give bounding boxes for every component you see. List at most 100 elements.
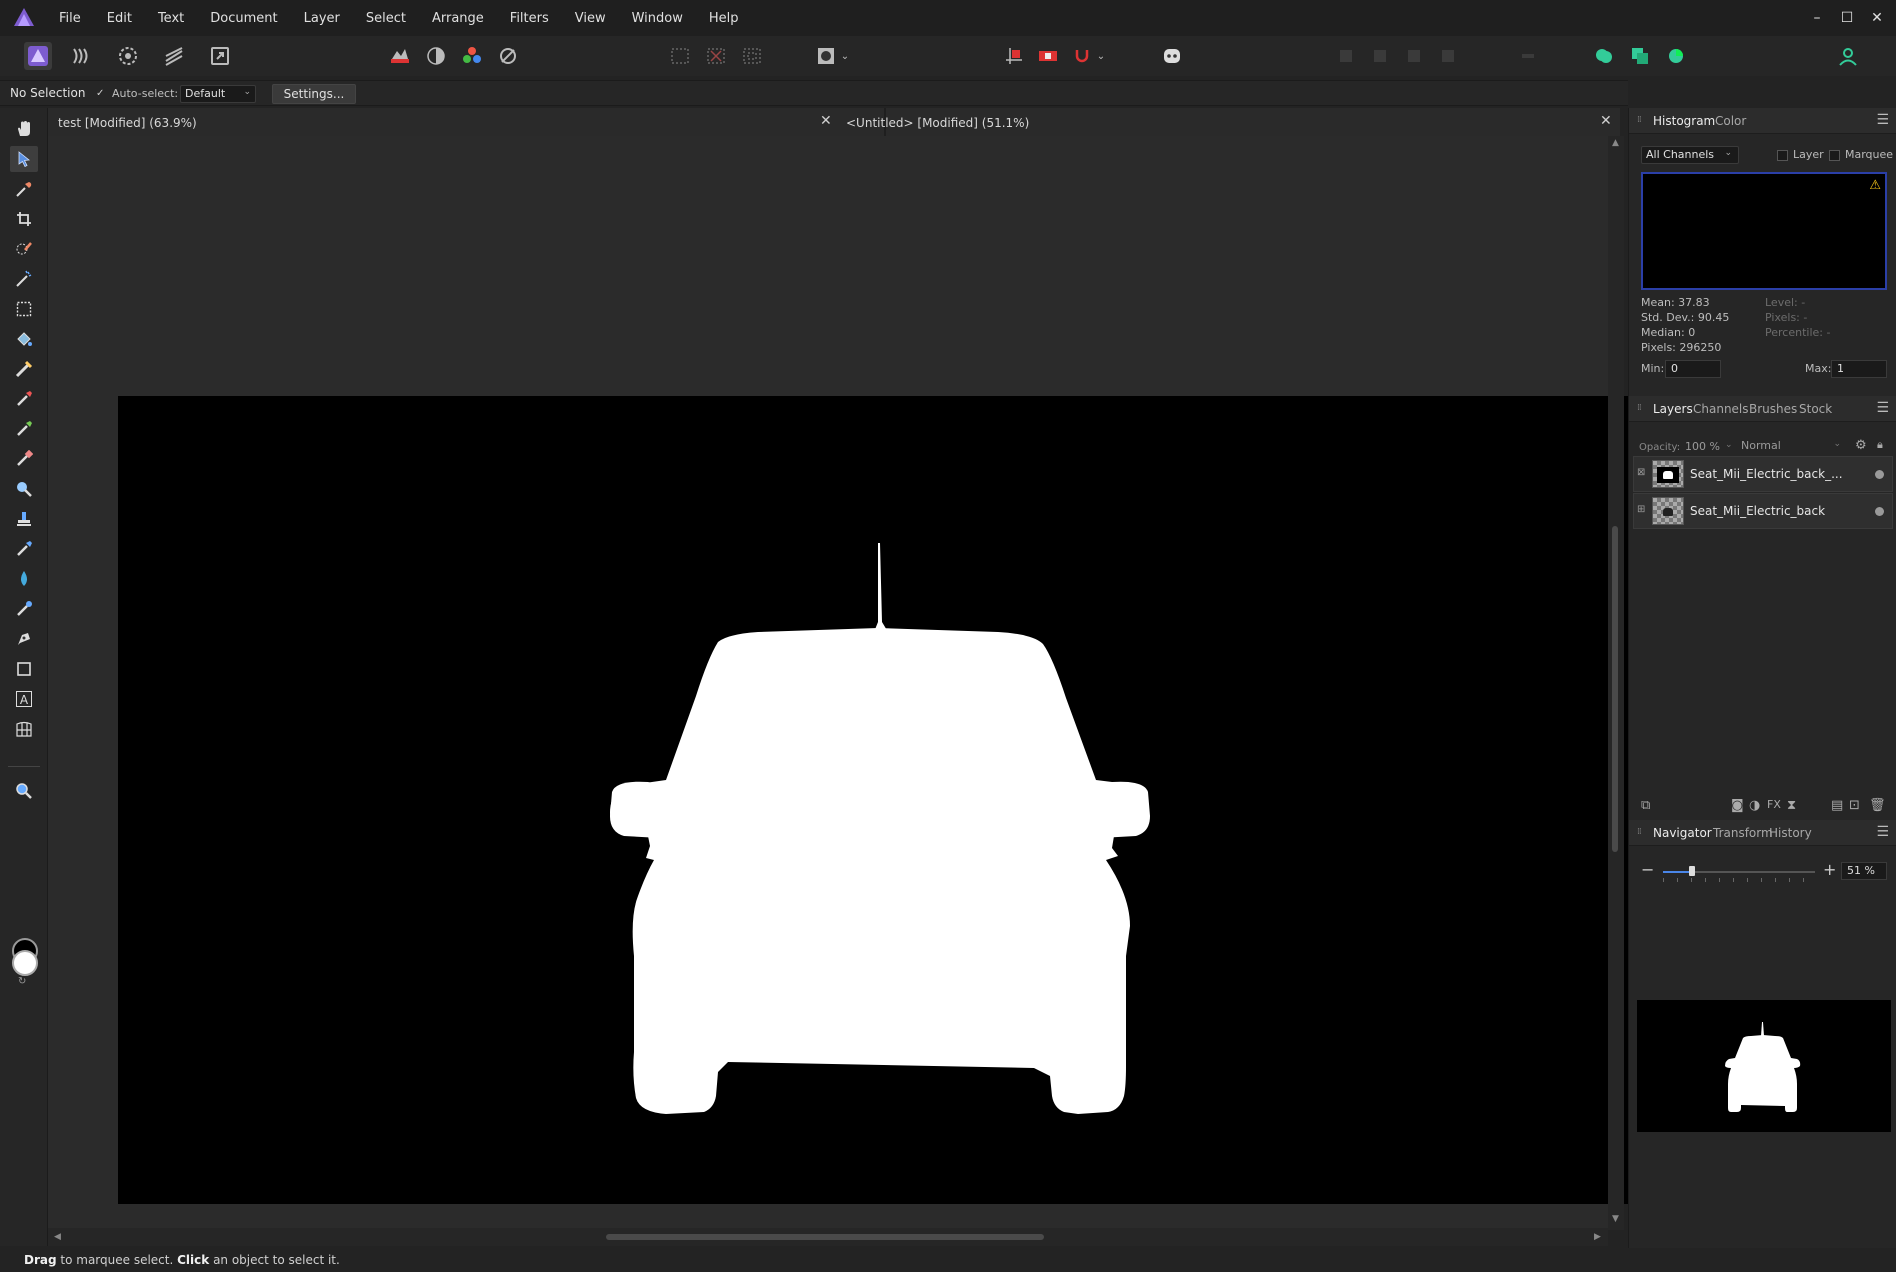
- add-fx-icon[interactable]: FX: [1767, 798, 1781, 811]
- tab-transform[interactable]: Transform: [1713, 826, 1773, 840]
- snapping-dropdown-chevron-icon[interactable]: ⌄: [1094, 42, 1108, 70]
- navigator-preview[interactable]: [1637, 1000, 1891, 1132]
- horizontal-scrollbar[interactable]: ◀ ▶: [48, 1228, 1608, 1246]
- auto-select-checkbox-check-icon[interactable]: ✓: [96, 88, 104, 99]
- view-hand-tool-icon[interactable]: [10, 116, 38, 142]
- menu-filters[interactable]: Filters: [497, 11, 562, 26]
- affinity-photo-logo-icon[interactable]: [10, 4, 38, 32]
- auto-white-balance-icon[interactable]: [494, 42, 522, 70]
- menu-arrange[interactable]: Arrange: [419, 11, 497, 26]
- quick-mask-icon[interactable]: [812, 42, 840, 70]
- menu-select[interactable]: Select: [353, 11, 419, 26]
- zoom-value-input[interactable]: 51 %: [1841, 862, 1887, 880]
- zoom-slider-handle[interactable]: [1689, 866, 1695, 876]
- add-adjustment-icon[interactable]: ◑: [1749, 798, 1760, 813]
- order-backward-icon[interactable]: [1366, 42, 1394, 70]
- settings-button[interactable]: Settings...: [272, 84, 356, 104]
- menu-document[interactable]: Document: [197, 11, 290, 26]
- erase-brush-tool-icon[interactable]: [10, 446, 38, 472]
- maximize-button[interactable]: ☐: [1832, 10, 1862, 26]
- deselect-icon[interactable]: [702, 42, 730, 70]
- warning-icon[interactable]: ⚠: [1869, 178, 1881, 193]
- rectangle-tool-icon[interactable]: [10, 656, 38, 682]
- delete-layer-trash-icon[interactable]: 🗑︎: [1869, 798, 1886, 813]
- menu-view[interactable]: View: [562, 11, 619, 26]
- tab-color[interactable]: Color: [1715, 114, 1746, 128]
- auto-colors-icon[interactable]: [458, 42, 486, 70]
- tab-navigator[interactable]: Navigator: [1653, 826, 1712, 840]
- move-tool-icon[interactable]: [10, 146, 38, 172]
- layers-options-icon[interactable]: ⧉: [1641, 798, 1650, 813]
- clone-brush-tool-icon[interactable]: [10, 506, 38, 532]
- add-group-icon[interactable]: ▤: [1831, 798, 1843, 813]
- panel-grip-icon[interactable]: ⁞⁞: [1637, 115, 1642, 125]
- liquify-persona-icon[interactable]: [68, 42, 96, 70]
- menu-window[interactable]: Window: [619, 11, 696, 26]
- vertical-scroll-thumb[interactable]: [1612, 526, 1618, 852]
- blur-brush-tool-icon[interactable]: [10, 566, 38, 592]
- canvas-area[interactable]: [48, 136, 1652, 1230]
- layer-row[interactable]: ⊞ Seat_Mii_Electric_back: [1633, 493, 1893, 529]
- histogram-channel-dropdown[interactable]: All Channels ⌄: [1641, 146, 1739, 164]
- tab-layers[interactable]: Layers: [1653, 402, 1693, 416]
- assistant-icon[interactable]: [1158, 42, 1186, 70]
- smudge-brush-tool-icon[interactable]: [10, 536, 38, 562]
- histogram-min-input[interactable]: 0: [1665, 360, 1721, 378]
- zoom-out-button[interactable]: −: [1641, 860, 1654, 879]
- menu-file[interactable]: File: [46, 11, 94, 26]
- menu-text[interactable]: Text: [145, 11, 197, 26]
- close-tab-test-icon[interactable]: ✕: [820, 113, 832, 129]
- layer-expand-icon[interactable]: ⊞: [1637, 504, 1645, 515]
- auto-contrast-icon[interactable]: [422, 42, 450, 70]
- order-front-icon[interactable]: [1434, 42, 1462, 70]
- artistic-text-tool-icon[interactable]: A: [10, 686, 38, 712]
- align-icon[interactable]: [1514, 42, 1542, 70]
- close-tab-untitled-icon[interactable]: ✕: [1600, 113, 1612, 129]
- tab-stock[interactable]: Stock: [1799, 402, 1832, 416]
- dodge-brush-tool-icon[interactable]: [10, 476, 38, 502]
- secondary-color-well[interactable]: [12, 950, 38, 976]
- panel-menu-icon[interactable]: ☰: [1876, 824, 1889, 840]
- gradient-tool-icon[interactable]: [10, 356, 38, 382]
- add-mask-icon[interactable]: ◙: [1731, 798, 1744, 813]
- zoom-in-button[interactable]: +: [1823, 860, 1836, 879]
- histogram-layer-checkbox[interactable]: [1777, 150, 1788, 161]
- add-pixel-layer-icon[interactable]: ⊡: [1849, 798, 1860, 813]
- vertical-scrollbar[interactable]: ▲ ▼: [1608, 136, 1624, 1230]
- add-live-filter-icon[interactable]: ⧗: [1787, 798, 1796, 813]
- layer-expand-icon[interactable]: ⊠: [1637, 467, 1645, 478]
- flood-fill-tool-icon[interactable]: [10, 326, 38, 352]
- panel-grip-icon[interactable]: ⁞⁞: [1637, 403, 1642, 413]
- order-forward-icon[interactable]: [1400, 42, 1428, 70]
- blend-mode-dropdown[interactable]: Normal ⌄: [1737, 438, 1845, 456]
- opacity-value[interactable]: 100 %: [1685, 440, 1720, 453]
- account-user-icon[interactable]: [1834, 42, 1862, 70]
- tab-channels[interactable]: Channels: [1693, 402, 1749, 416]
- close-window-button[interactable]: ✕: [1862, 10, 1892, 26]
- tab-brushes[interactable]: Brushes: [1749, 402, 1797, 416]
- layer-name[interactable]: Seat_Mii_Electric_back_...: [1690, 467, 1843, 481]
- scroll-up-arrow-icon[interactable]: ▲: [1612, 138, 1619, 148]
- document-canvas[interactable]: [118, 396, 1652, 1204]
- histogram-marquee-checkbox[interactable]: [1829, 150, 1840, 161]
- tab-test-document[interactable]: test [Modified] (63.9%): [58, 108, 197, 136]
- layer-settings-gear-icon[interactable]: ⚙: [1855, 438, 1867, 453]
- histogram-max-input[interactable]: 1: [1831, 360, 1887, 378]
- layer-visibility-toggle[interactable]: [1875, 507, 1884, 516]
- inpainting-brush-tool-icon[interactable]: [10, 596, 38, 622]
- boolean-intersect-icon[interactable]: [1662, 42, 1690, 70]
- scroll-left-arrow-icon[interactable]: ◀: [54, 1232, 61, 1242]
- selection-brush-tool-icon[interactable]: [10, 236, 38, 262]
- color-replacement-brush-icon[interactable]: [10, 416, 38, 442]
- menu-edit[interactable]: Edit: [94, 11, 145, 26]
- boolean-subtract-icon[interactable]: [1626, 42, 1654, 70]
- pen-tool-icon[interactable]: [10, 626, 38, 652]
- color-picker-tool-icon[interactable]: [10, 176, 38, 202]
- auto-levels-icon[interactable]: [386, 42, 414, 70]
- quick-mask-dropdown-chevron-icon[interactable]: ⌄: [838, 42, 852, 70]
- zoom-slider[interactable]: [1663, 866, 1815, 876]
- scroll-down-arrow-icon[interactable]: ▼: [1612, 1214, 1619, 1224]
- scroll-right-arrow-icon[interactable]: ▶: [1594, 1232, 1601, 1242]
- panel-grip-icon[interactable]: ⁞⁞: [1637, 827, 1642, 837]
- tab-untitled-document[interactable]: <Untitled> [Modified] (51.1%): [846, 108, 1029, 136]
